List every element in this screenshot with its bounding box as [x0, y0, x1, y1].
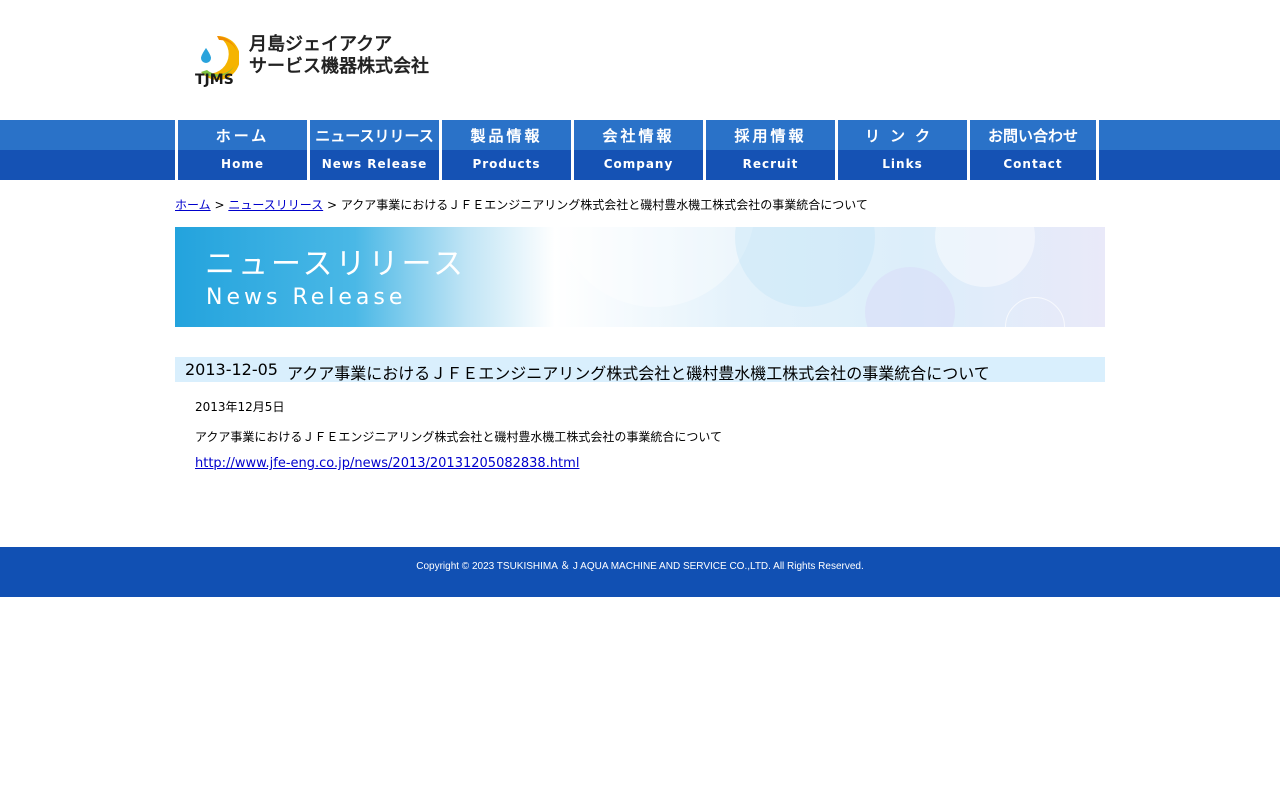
nav-item-contact[interactable]: お問い合わせ Contact	[967, 120, 1099, 180]
nav-item-label-jp: 会社情報	[602, 127, 675, 145]
article-body-text: アクア事業におけるＪＦＥエンジニアリング株式会社と磯村豊水機工株式会社の事業統合…	[195, 430, 723, 444]
breadcrumb-separator: >	[323, 198, 341, 212]
article-body-link-para: http://www.jfe-eng.co.jp/news/2013/20131…	[195, 456, 579, 471]
nav-item-news-release[interactable]: ニュースリリース News Release	[307, 120, 439, 180]
banner-bubble	[935, 227, 1035, 287]
breadcrumb-home-link[interactable]: ホーム	[175, 198, 211, 212]
article-title: アクア事業におけるＪＦＥエンジニアリング株式会社と磯村豊水機工株式会社の事業統合…	[287, 364, 990, 383]
global-nav: ホーム Home ニュースリリース News Release 製品情報 Prod…	[0, 120, 1280, 180]
nav-item-label-jp: 製品情報	[470, 127, 543, 145]
nav-items: ホーム Home ニュースリリース News Release 製品情報 Prod…	[175, 120, 1099, 180]
site-header: TJMS 月島ジェイアクア サービス機器株式会社	[0, 0, 1280, 120]
nav-item-label-jp: 採用情報	[734, 127, 807, 145]
article-external-link[interactable]: http://www.jfe-eng.co.jp/news/2013/20131…	[195, 456, 579, 471]
article-date: 2013-12-05	[185, 360, 278, 379]
banner-bubble	[735, 227, 875, 307]
breadcrumb: ホーム > ニュースリリース > アクア事業におけるＪＦＥエンジニアリング株式会…	[175, 196, 868, 213]
nav-item-recruit[interactable]: 採用情報 Recruit	[703, 120, 835, 180]
nav-item-company[interactable]: 会社情報 Company	[571, 120, 703, 180]
nav-item-label-en: Home	[221, 157, 264, 171]
logo-company-name: 月島ジェイアクア サービス機器株式会社	[249, 34, 429, 78]
logo-abbr: TJMS	[195, 72, 234, 88]
nav-item-label-en: Contact	[1003, 157, 1063, 171]
breadcrumb-current: アクア事業におけるＪＦＥエンジニアリング株式会社と磯村豊水機工株式会社の事業統合…	[340, 198, 868, 212]
breadcrumb-news-link[interactable]: ニュースリリース	[228, 198, 323, 212]
banner-bubble	[1005, 297, 1065, 327]
breadcrumb-separator: >	[210, 198, 229, 212]
nav-item-home[interactable]: ホーム Home	[175, 120, 307, 180]
nav-item-products[interactable]: 製品情報 Products	[439, 120, 571, 180]
banner-bubble	[865, 267, 955, 327]
footer-copyright: Copyright © 2023 TSUKISHIMA ＆ J AQUA MAC…	[416, 561, 864, 572]
nav-item-label-jp: ホーム	[215, 127, 270, 145]
nav-item-label-en: Products	[472, 157, 541, 171]
logo-name-line1: 月島ジェイアクア	[249, 34, 393, 55]
banner-bubble	[555, 227, 755, 307]
site-logo[interactable]: TJMS 月島ジェイアクア サービス機器株式会社	[195, 24, 445, 92]
nav-item-label-jp: リンク	[864, 127, 940, 145]
logo-name-line2: サービス機器株式会社	[249, 56, 429, 77]
nav-item-label-en: Links	[882, 157, 923, 171]
nav-item-label-jp: ニュースリリース	[315, 127, 434, 145]
site-footer: Copyright © 2023 TSUKISHIMA ＆ J AQUA MAC…	[0, 547, 1280, 597]
nav-item-links[interactable]: リンク Links	[835, 120, 967, 180]
page-banner: ニュースリリース News Release	[175, 227, 1105, 327]
article-title-bar: 2013-12-05 アクア事業におけるＪＦＥエンジニアリング株式会社と磯村豊水…	[175, 357, 1105, 383]
nav-item-label-en: Company	[603, 157, 674, 171]
nav-item-label-jp: お問い合わせ	[987, 127, 1078, 145]
banner-title-jp: ニュースリリース	[205, 247, 466, 282]
nav-item-label-en: News Release	[321, 157, 428, 171]
nav-item-label-en: Recruit	[742, 157, 799, 171]
banner-title-en: News Release	[206, 285, 407, 310]
article-body-date: 2013年12月5日	[195, 400, 285, 414]
